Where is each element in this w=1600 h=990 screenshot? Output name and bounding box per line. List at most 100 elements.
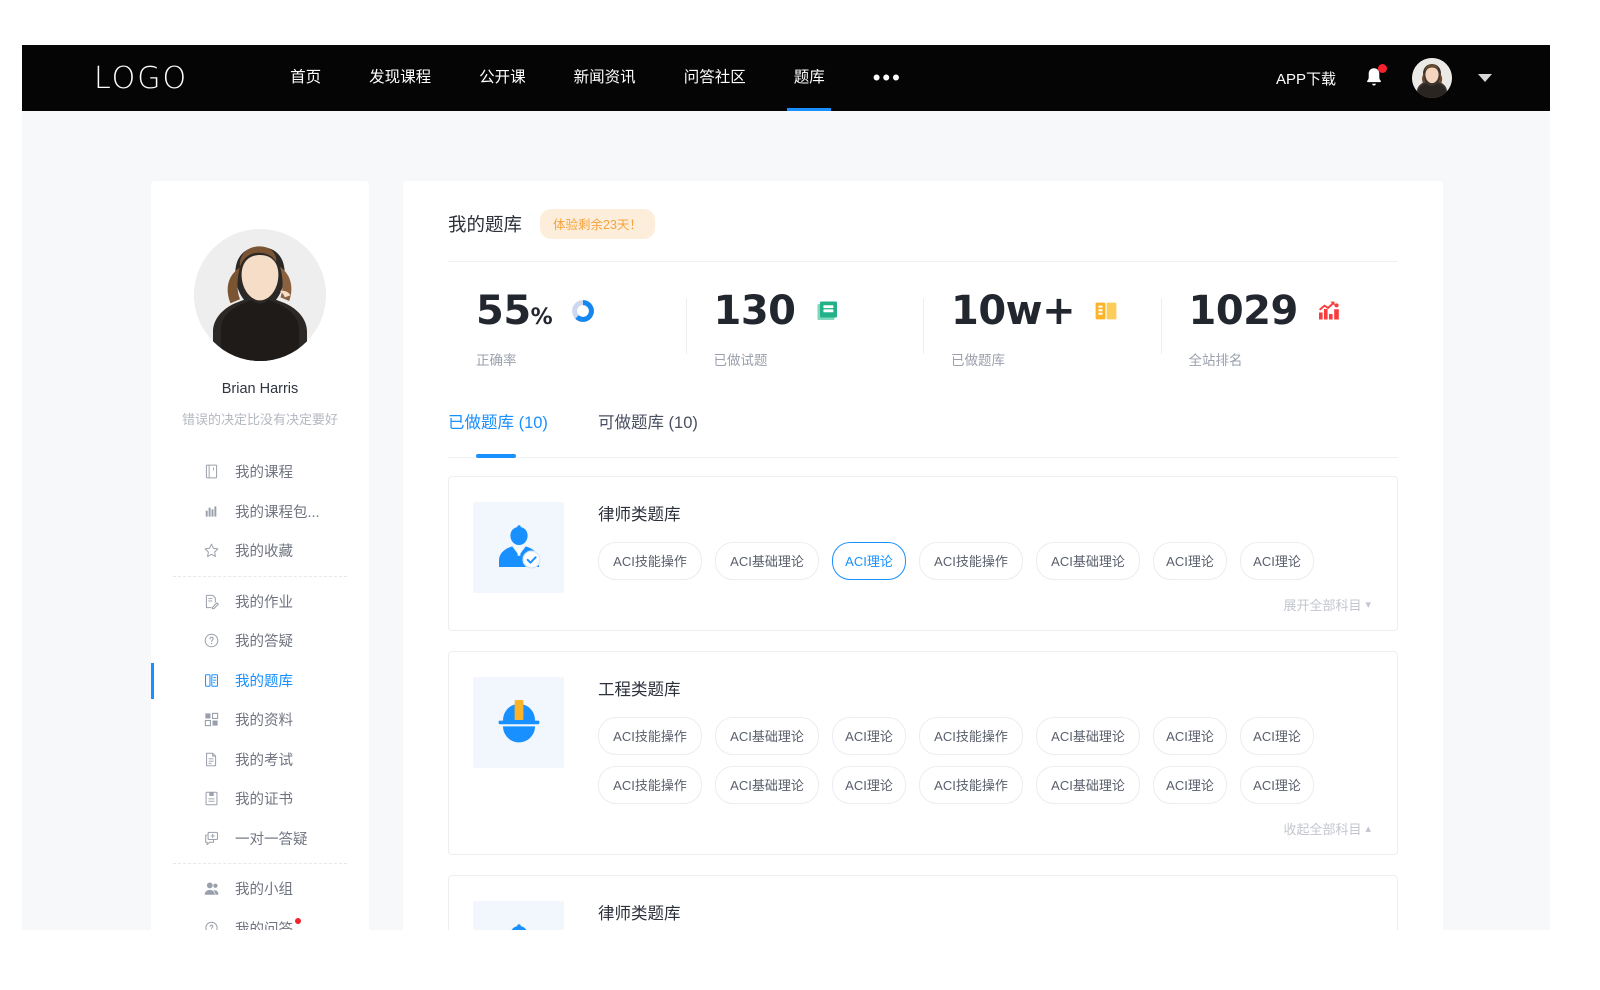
- page-title: 我的题库: [448, 211, 522, 237]
- subject-tag[interactable]: ACI基础理论: [715, 717, 819, 755]
- question-bank-card[interactable]: 律师类题库ACI技能操作ACI基础理论ACI理论ACI技能操作ACI基础理论AC…: [448, 875, 1398, 930]
- sidebar-item-2[interactable]: 我的收藏: [151, 531, 369, 571]
- nav-link-3[interactable]: 新闻资讯: [550, 45, 660, 111]
- sidebar-item-label: 我的问答: [235, 918, 293, 930]
- stat-number: 55: [476, 288, 531, 334]
- nav-more-icon[interactable]: •••: [849, 48, 926, 108]
- screenshot-root: LOGO 首页发现课程公开课新闻资讯问答社区题库 ••• APP下载: [0, 0, 1600, 990]
- stat-value-row: 10w+: [951, 284, 1161, 338]
- card-title: 律师类题库: [598, 900, 1371, 924]
- subject-tag[interactable]: ACI技能操作: [919, 717, 1023, 755]
- stat-number: 10w+: [951, 288, 1075, 334]
- sidebar-item-11[interactable]: 我的问答: [151, 909, 369, 931]
- sidebar-item-9[interactable]: 一对一答疑: [151, 819, 369, 859]
- subject-tag[interactable]: ACI理论: [1153, 766, 1227, 804]
- subject-tag[interactable]: ACI理论: [832, 766, 906, 804]
- sidebar-item-label: 一对一答疑: [235, 828, 308, 849]
- main-nav-links: 首页发现课程公开课新闻资讯问答社区题库: [266, 45, 849, 111]
- stats-row: 55% 正确率130已做试题10w+已做题库1029全站排名: [448, 262, 1398, 387]
- nav-link-2[interactable]: 公开课: [455, 45, 550, 111]
- sidebar-item-7[interactable]: 我的考试: [151, 740, 369, 780]
- expand-subjects-label: 展开全部科目: [1283, 595, 1361, 614]
- subject-tag[interactable]: ACI理论: [832, 717, 906, 755]
- subject-tag[interactable]: ACI基础理论: [1036, 717, 1140, 755]
- stat-value-row: 130: [714, 284, 924, 338]
- main-panel: 我的题库 体验剩余23天！ 55% 正确率130已做试题10w+已做题库1029全…: [403, 181, 1443, 930]
- subject-tag[interactable]: ACI理论: [832, 542, 906, 580]
- trial-badge: 体验剩余23天！: [540, 209, 655, 239]
- subject-tag[interactable]: ACI技能操作: [919, 542, 1023, 580]
- sidebar-avatar: [194, 229, 326, 361]
- subject-tag[interactable]: ACI基础理论: [1036, 542, 1140, 580]
- stat-label: 正确率: [476, 349, 686, 369]
- tab-1[interactable]: 可做题库 (10): [598, 409, 698, 443]
- chevron-down-icon[interactable]: [1478, 74, 1492, 82]
- user-sidebar: Brian Harris 错误的决定比没有决定要好 我的课程我的课程包...我的…: [151, 181, 369, 930]
- sidebar-item-label: 我的收藏: [235, 540, 293, 561]
- subject-tag[interactable]: ACI技能操作: [919, 766, 1023, 804]
- subject-tag[interactable]: ACI理论: [1153, 717, 1227, 755]
- sidebar-item-10[interactable]: 我的小组: [151, 869, 369, 909]
- lawyer-icon: [473, 502, 564, 593]
- expand-subjects-link[interactable]: 展开全部科目 ▾: [598, 591, 1371, 620]
- sidebar-menu: 我的课程我的课程包... 我的收藏我的作业我的答疑我的题库我的资料我的考试我的证书…: [151, 452, 369, 930]
- subject-tag[interactable]: ACI技能操作: [598, 717, 702, 755]
- stat-card-2: 10w+已做题库: [923, 284, 1161, 369]
- stat-card-1: 130已做试题: [686, 284, 924, 369]
- lawyer-icon: [473, 901, 564, 930]
- expand-subjects-link[interactable]: 收起全部科目▴: [598, 815, 1371, 844]
- subject-tag[interactable]: ACI技能操作: [598, 766, 702, 804]
- sidebar-item-3[interactable]: 我的作业: [151, 582, 369, 622]
- app-download-link[interactable]: APP下载: [1276, 68, 1336, 89]
- star-icon: [203, 542, 220, 559]
- card-body: 工程类题库ACI技能操作ACI基础理论ACI理论ACI技能操作ACI基础理论AC…: [598, 674, 1371, 844]
- sidebar-item-label: 我的课程: [235, 461, 293, 482]
- chat-icon: [203, 830, 220, 847]
- engineer-helmet-icon: [473, 677, 564, 768]
- chevron-down-icon: ▾: [1365, 598, 1371, 611]
- sidebar-user-name: Brian Harris: [151, 381, 369, 397]
- card-title: 律师类题库: [598, 501, 1371, 525]
- grid-icon: [203, 711, 220, 728]
- question-bank-icon: [203, 672, 220, 689]
- nav-link-0[interactable]: 首页: [266, 45, 345, 111]
- notification-bell-icon[interactable]: [1362, 65, 1386, 91]
- unread-dot: [295, 918, 301, 924]
- subject-tag[interactable]: ACI理论: [1240, 766, 1314, 804]
- stat-number: 1029: [1189, 288, 1298, 334]
- site-logo[interactable]: LOGO: [94, 61, 188, 96]
- stat-value-row: 55%: [476, 284, 686, 338]
- subject-tag[interactable]: ACI基础理论: [1036, 766, 1140, 804]
- sidebar-item-8[interactable]: 我的证书: [151, 779, 369, 819]
- orange-book-icon: [1093, 298, 1119, 324]
- certificate-icon: [203, 790, 220, 807]
- question-bank-card[interactable]: 律师类题库 ACI技能操作 ACI基础理论 ACI理论 ACI技能操作 ACI基础理论 AC…: [448, 476, 1398, 631]
- question-bank-list: 律师类题库 ACI技能操作 ACI基础理论 ACI理论 ACI技能操作 ACI基础理论 AC…: [448, 476, 1398, 930]
- nav-link-4[interactable]: 问答社区: [660, 45, 770, 111]
- sidebar-item-6[interactable]: 我的资料: [151, 700, 369, 740]
- subject-tag[interactable]: ACI基础理论: [715, 766, 819, 804]
- subject-tag[interactable]: ACI基础理论: [715, 542, 819, 580]
- subject-tag[interactable]: ACI理论: [1240, 717, 1314, 755]
- user-avatar[interactable]: [1412, 58, 1452, 98]
- stat-card-0: 55% 正确率: [448, 284, 686, 369]
- subject-tag[interactable]: ACI理论: [1153, 542, 1227, 580]
- subject-tag[interactable]: ACI技能操作: [598, 542, 702, 580]
- sidebar-item-label: 我的课程包...: [235, 501, 320, 522]
- sidebar-item-5[interactable]: 我的题库: [151, 661, 369, 701]
- stat-number: 130: [714, 288, 796, 334]
- tab-0[interactable]: 已做题库 (10): [448, 409, 548, 443]
- subject-tag[interactable]: ACI理论: [1240, 542, 1314, 580]
- question-bank-card[interactable]: 工程类题库ACI技能操作ACI基础理论ACI理论ACI技能操作ACI基础理论AC…: [448, 651, 1398, 855]
- sidebar-item-0[interactable]: 我的课程: [151, 452, 369, 492]
- green-book-icon: [814, 298, 840, 324]
- sidebar-item-label: 我的考试: [235, 749, 293, 770]
- sidebar-item-1[interactable]: 我的课程包...: [151, 492, 369, 532]
- stat-card-3: 1029全站排名: [1161, 284, 1399, 369]
- stat-suffix: %: [531, 305, 553, 330]
- nav-link-1[interactable]: 发现课程: [345, 45, 455, 111]
- sidebar-item-label: 我的题库: [235, 670, 293, 691]
- nav-link-5[interactable]: 题库: [770, 45, 849, 111]
- sidebar-item-4[interactable]: 我的答疑: [151, 621, 369, 661]
- card-body: 律师类题库 ACI技能操作 ACI基础理论 ACI理论 ACI技能操作 ACI基础理论 AC…: [598, 499, 1371, 620]
